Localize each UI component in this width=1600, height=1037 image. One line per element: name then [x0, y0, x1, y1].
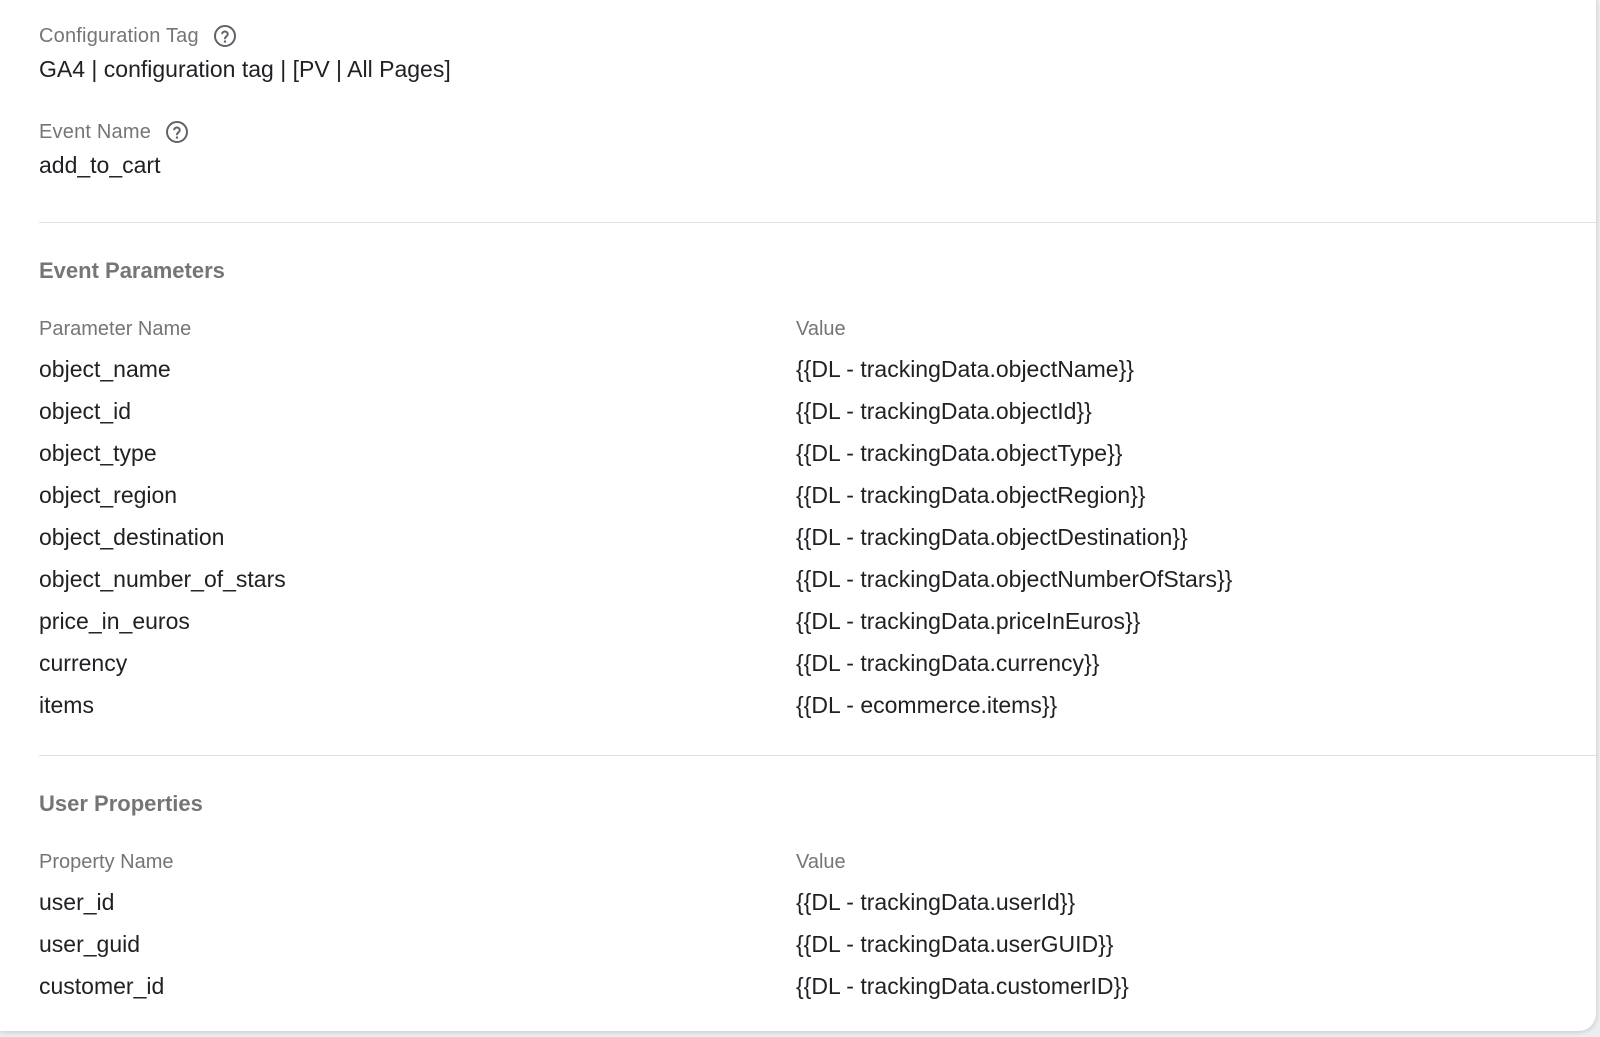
table-row: price_in_euros {{DL - trackingData.price…	[39, 605, 1596, 647]
event-parameters-title: Event Parameters	[39, 258, 225, 283]
user-properties-table: user_id {{DL - trackingData.userId}} use…	[39, 886, 1596, 1012]
property-value: {{DL - trackingData.userId}}	[796, 889, 1076, 915]
table-row: object_name {{DL - trackingData.objectNa…	[39, 353, 1596, 395]
parameter-name: object_region	[39, 482, 178, 508]
configuration-tag-label: Configuration Tag	[39, 24, 237, 48]
table-row: currency {{DL - trackingData.currency}}	[39, 647, 1596, 689]
property-name: user_guid	[39, 931, 141, 957]
property-value-header: Value	[796, 851, 846, 873]
parameter-value: {{DL - trackingData.objectNumberOfStars}…	[796, 566, 1233, 592]
property-name: user_id	[39, 889, 115, 915]
event-name-value: add_to_cart	[39, 152, 161, 178]
help-circle-icon[interactable]	[213, 24, 237, 48]
parameter-name: object_id	[39, 398, 132, 424]
event-name-label: Event Name	[39, 120, 189, 144]
parameter-name: object_type	[39, 440, 157, 466]
event-parameters-table: object_name {{DL - trackingData.objectNa…	[39, 353, 1596, 731]
section-divider	[39, 755, 1596, 756]
help-circle-icon[interactable]	[165, 120, 189, 144]
table-row: object_number_of_stars {{DL - trackingDa…	[39, 563, 1596, 605]
parameter-value: {{DL - trackingData.objectId}}	[796, 398, 1092, 424]
property-value: {{DL - trackingData.customerID}}	[796, 973, 1129, 999]
table-row: object_type {{DL - trackingData.objectTy…	[39, 437, 1596, 479]
configuration-tag-label-text: Configuration Tag	[39, 24, 199, 47]
parameter-value: {{DL - trackingData.objectDestination}}	[796, 524, 1188, 550]
parameter-value: {{DL - trackingData.objectType}}	[796, 440, 1123, 466]
configuration-tag-value: GA4 | configuration tag | [PV | All Page…	[39, 56, 451, 82]
section-divider	[39, 222, 1596, 223]
table-row: customer_id {{DL - trackingData.customer…	[39, 970, 1596, 1012]
property-name: customer_id	[39, 973, 165, 999]
parameter-value: {{DL - trackingData.objectName}}	[796, 356, 1134, 382]
parameter-value: {{DL - trackingData.currency}}	[796, 650, 1100, 676]
table-row: object_destination {{DL - trackingData.o…	[39, 521, 1596, 563]
table-row: object_region {{DL - trackingData.object…	[39, 479, 1596, 521]
parameter-name: object_name	[39, 356, 171, 382]
parameter-name: object_destination	[39, 524, 225, 550]
user-properties-title: User Properties	[39, 791, 203, 816]
parameter-name-header: Parameter Name	[39, 318, 192, 340]
table-row: items {{DL - ecommerce.items}}	[39, 689, 1596, 731]
parameter-name: price_in_euros	[39, 608, 190, 634]
parameter-value-header: Value	[796, 318, 846, 340]
parameter-value: {{DL - trackingData.priceInEuros}}	[796, 608, 1141, 634]
parameter-name: object_number_of_stars	[39, 566, 286, 592]
property-value: {{DL - trackingData.userGUID}}	[796, 931, 1114, 957]
parameter-value: {{DL - trackingData.objectRegion}}	[796, 482, 1146, 508]
property-name-header: Property Name	[39, 851, 174, 873]
event-name-label-text: Event Name	[39, 120, 152, 143]
parameter-name: items	[39, 692, 94, 718]
table-row: user_id {{DL - trackingData.userId}}	[39, 886, 1596, 928]
tag-details-panel: Configuration Tag GA4 | configuration ta…	[0, 0, 1597, 1031]
table-row: object_id {{DL - trackingData.objectId}}	[39, 395, 1596, 437]
table-row: user_guid {{DL - trackingData.userGUID}}	[39, 928, 1596, 970]
parameter-value: {{DL - ecommerce.items}}	[796, 692, 1058, 718]
parameter-name: currency	[39, 650, 128, 676]
